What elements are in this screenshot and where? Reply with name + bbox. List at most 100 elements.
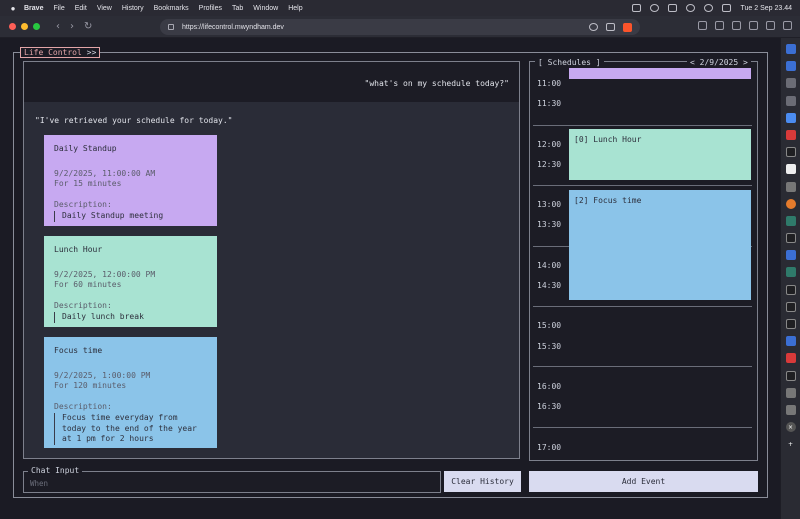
menu-window[interactable]: Window	[253, 5, 278, 12]
github-icon[interactable]	[785, 370, 796, 381]
status-icon[interactable]	[632, 4, 642, 12]
sidebar-app-icon[interactable]	[785, 215, 796, 226]
share-icon[interactable]	[606, 23, 615, 31]
add-event-button[interactable]: Add Event	[529, 471, 758, 492]
menu-edit[interactable]: Edit	[75, 5, 87, 12]
github-icon[interactable]	[785, 147, 796, 158]
time-label: 15:00	[537, 321, 562, 330]
back-arrow-icon[interactable]: ‹	[56, 21, 60, 32]
chat-input-field[interactable]	[30, 478, 430, 488]
menu-profiles[interactable]: Profiles	[199, 5, 222, 12]
event-card-duration: For 15 minutes	[54, 179, 122, 188]
reload-icon[interactable]: ↻	[84, 21, 92, 32]
sidebar-app-icon[interactable]	[785, 112, 796, 123]
wifi-icon[interactable]	[686, 4, 696, 12]
event-card-duration: For 60 minutes	[54, 280, 122, 289]
brave-shields-icon[interactable]	[623, 22, 632, 32]
address-bar[interactable]: https://lifecontrol.mwyndham.dev	[160, 19, 640, 35]
menu-tab[interactable]: Tab	[232, 5, 243, 12]
schedule-panel-title: [ Schedules ]	[535, 58, 604, 67]
event-card-desc-label: Description:	[54, 402, 112, 411]
hour-divider	[533, 125, 752, 126]
time-label: 13:00	[537, 200, 562, 209]
hour-divider	[533, 366, 752, 367]
forward-arrow-icon[interactable]: ›	[70, 21, 74, 32]
sidebar-app-icon[interactable]	[785, 44, 796, 54]
sidebar-app-icon[interactable]	[785, 198, 796, 209]
sidebar-app-icon[interactable]	[785, 78, 796, 89]
sidebar-app-icon[interactable]	[785, 250, 796, 261]
schedule-date-navigator[interactable]: < 2/9/2025 >	[687, 58, 751, 67]
chat-panel[interactable]: "what's on my schedule today?" "I've ret…	[23, 61, 520, 459]
time-label: 17:00	[537, 443, 562, 452]
extension-icon[interactable]	[715, 21, 724, 30]
schedule-event-focus-time[interactable]: [2] Focus time	[569, 190, 751, 300]
event-card-datetime: 9/2/2025, 11:00:00 AM For 15 minutes	[54, 169, 207, 189]
schedule-timeline[interactable]: 11:00 11:30 12:00 12:30 13:00 13:30 14:0…	[530, 68, 757, 460]
extension-icon[interactable]	[732, 21, 741, 30]
extension-icon[interactable]	[749, 21, 758, 30]
control-center-icon[interactable]	[722, 4, 732, 12]
sidebar-app-icon[interactable]	[785, 336, 796, 347]
site-info-icon[interactable]	[168, 24, 174, 30]
sidebar-app-icon[interactable]	[785, 353, 796, 364]
menubar-clock[interactable]: Tue 2 Sep 23.44	[740, 5, 792, 12]
notion-icon[interactable]	[785, 164, 796, 175]
time-label: 11:00	[537, 79, 562, 88]
schedule-event-daily-standup[interactable]	[569, 68, 751, 79]
schedule-event-lunch-hour[interactable]: [0] Lunch Hour	[569, 129, 751, 180]
sidebar-app-icon[interactable]	[785, 267, 796, 278]
time-label: 12:00	[537, 140, 562, 149]
time-label: 11:30	[537, 99, 562, 108]
hour-divider	[533, 185, 752, 186]
event-card-datetime: 9/2/2025, 12:00:00 PM For 60 minutes	[54, 270, 207, 290]
clear-history-button[interactable]: Clear History	[444, 471, 521, 492]
menu-app-name[interactable]: Brave	[24, 5, 43, 12]
menu-history[interactable]: History	[122, 5, 144, 12]
extension-icon[interactable]	[766, 21, 775, 30]
github-icon[interactable]	[785, 301, 796, 312]
sidebar-app-icon[interactable]	[785, 95, 796, 106]
close-sidebar-icon[interactable]: ×	[785, 422, 796, 433]
event-card-description: Focus time everyday from today to the en…	[54, 413, 204, 445]
menu-icon[interactable]	[783, 21, 792, 30]
menubar-status-area: Tue 2 Sep 23.44	[632, 0, 792, 16]
sidebar-app-icon[interactable]	[785, 61, 796, 72]
search-icon[interactable]	[704, 4, 714, 12]
zoom-icon[interactable]	[589, 23, 598, 31]
close-window-icon[interactable]	[9, 23, 16, 30]
github-icon[interactable]	[785, 284, 796, 295]
url-text[interactable]: https://lifecontrol.mwyndham.dev	[182, 24, 284, 31]
sidebar-app-icon[interactable]	[785, 404, 796, 415]
assistant-message: "I've retrieved your schedule for today.…	[35, 116, 233, 125]
time-label: 16:00	[537, 382, 562, 391]
menu-view[interactable]: View	[97, 5, 112, 12]
cloud-icon[interactable]	[650, 4, 660, 12]
minimize-window-icon[interactable]	[21, 23, 28, 30]
menu-help[interactable]: Help	[288, 5, 302, 12]
youtube-icon[interactable]	[785, 129, 796, 140]
github-icon[interactable]	[785, 233, 796, 244]
event-card-desc-label: Description:	[54, 301, 112, 310]
event-card-daily-standup: Daily Standup 9/2/2025, 11:00:00 AM For …	[44, 135, 217, 226]
event-card-title: Daily Standup	[54, 144, 117, 153]
apple-icon[interactable]: ●	[8, 3, 18, 13]
event-card-date: 9/2/2025, 11:00:00 AM	[54, 169, 156, 178]
sidebar-app-icon[interactable]	[785, 387, 796, 398]
extension-icon[interactable]	[698, 21, 707, 30]
sidebar-app-icon[interactable]	[785, 181, 796, 192]
browser-toolbar: ‹ › ↻ https://lifecontrol.mwyndham.dev	[0, 16, 800, 38]
event-card-duration: For 120 minutes	[54, 381, 127, 390]
menu-file[interactable]: File	[53, 5, 64, 12]
browser-sidebar: × +	[780, 38, 800, 519]
maximize-window-icon[interactable]	[33, 23, 40, 30]
hour-divider	[533, 306, 752, 307]
github-icon[interactable]	[785, 319, 796, 329]
event-card-title: Focus time	[54, 346, 103, 355]
battery-icon[interactable]	[668, 4, 678, 12]
chat-input-box	[23, 471, 441, 493]
time-label: 12:30	[537, 160, 562, 169]
user-message-row: "what's on my schedule today?"	[24, 62, 519, 102]
add-sidebar-icon[interactable]: +	[786, 439, 796, 449]
menu-bookmarks[interactable]: Bookmarks	[154, 5, 189, 12]
